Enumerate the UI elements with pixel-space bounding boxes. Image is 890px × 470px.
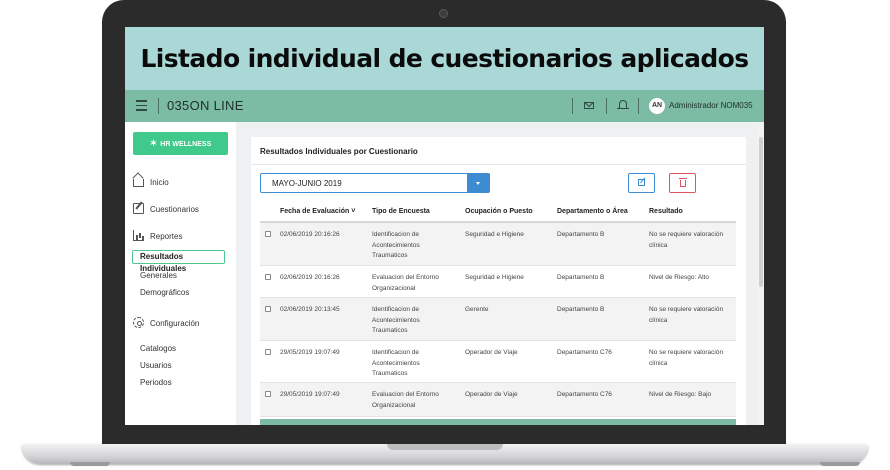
chart-icon xyxy=(133,230,144,241)
sidebar-item-label: Reportes xyxy=(150,232,183,241)
cell-tipo: Identificacion de Acontecimientos Trauma… xyxy=(372,306,420,334)
cell-fecha: 02/06/2019 20:13:45 xyxy=(280,306,340,313)
table-footer xyxy=(260,419,736,425)
period-select[interactable]: MAYO-JUNIO 2019 xyxy=(260,173,490,193)
sidebar-item-label: Cuestionarios xyxy=(150,205,199,214)
edit-icon xyxy=(133,203,144,214)
card-title: Resultados Individuales por Cuestionario xyxy=(260,147,418,156)
camera-icon xyxy=(439,9,448,18)
row-checkbox[interactable] xyxy=(265,231,271,237)
column-header-tipo[interactable]: Tipo de Encuesta xyxy=(372,208,430,215)
scrollbar-thumb[interactable] xyxy=(759,137,763,287)
cell-tipo: Evaluacion del Entorno Organizacional xyxy=(372,274,439,292)
divider xyxy=(638,98,639,114)
cell-tipo: Evaluacion del Entorno Organizacional xyxy=(372,391,439,409)
results-card: Resultados Individuales por Cuestionario… xyxy=(251,137,746,425)
cell-departamento: Departamento B xyxy=(557,274,605,281)
cell-departamento: Departamento C76 xyxy=(557,391,612,398)
divider xyxy=(251,164,746,165)
column-header-departamento[interactable]: Departamento o Área xyxy=(557,208,628,215)
table-row[interactable]: 02/06/2019 20:16:26 Evaluacion del Entor… xyxy=(260,266,736,298)
sidebar-item-resultados-individuales[interactable]: Resultados Individuales xyxy=(132,250,225,273)
cell-resultado: No se requiere valoración clínica xyxy=(649,306,724,324)
cell-fecha: 02/06/2019 20:16:26 xyxy=(280,231,340,238)
menu-icon[interactable] xyxy=(136,100,147,114)
sidebar-item-catalogos[interactable]: Catalogos xyxy=(140,344,176,353)
chevron-down-icon[interactable] xyxy=(467,174,489,192)
cell-departamento: Departamento C76 xyxy=(557,349,612,356)
sidebar-item-usuarios[interactable]: Usuarios xyxy=(140,361,172,370)
table-header: Fecha de Evaluación ˅ Tipo de Encuesta O… xyxy=(260,201,736,223)
laptop-notch xyxy=(387,444,503,450)
table-row[interactable]: 29/05/2019 19:07:49 Identificacion de Ac… xyxy=(260,341,736,383)
table-row[interactable]: 29/05/2019 19:07:49 Evaluacion del Entor… xyxy=(260,383,736,417)
cell-ocupacion: Operador de Viaje xyxy=(465,349,518,356)
user-name[interactable]: Administrador NOM035 xyxy=(669,101,753,110)
sidebar-item-demograficos[interactable]: Demográficos xyxy=(140,288,189,297)
home-icon xyxy=(133,179,144,187)
cell-tipo: Identificacion de Acontecimientos Trauma… xyxy=(372,349,420,377)
sidebar-item-label: Configuración xyxy=(150,319,200,328)
divider xyxy=(606,98,607,114)
period-select-value: MAYO-JUNIO 2019 xyxy=(272,179,342,188)
laptop-foot-left xyxy=(70,462,110,466)
table-row[interactable]: 02/06/2019 20:16:26 Identificacion de Ac… xyxy=(260,223,736,266)
mail-icon[interactable] xyxy=(584,102,594,109)
divider xyxy=(158,98,159,114)
divider xyxy=(572,98,573,114)
cell-fecha: 29/05/2019 19:07:49 xyxy=(280,349,340,356)
cell-ocupacion: Seguridad e Higiene xyxy=(465,231,524,238)
sidebar-item-label: Inicio xyxy=(150,178,169,187)
trash-icon xyxy=(679,178,687,187)
table-row[interactable]: 02/06/2019 20:13:45 Identificacion de Ac… xyxy=(260,298,736,341)
banner: Listado individual de cuestionarios apli… xyxy=(125,27,764,90)
cell-resultado: Nivel de Riesgo: Alto xyxy=(649,274,709,281)
sidebar-item-generales[interactable]: Generales xyxy=(140,271,177,280)
row-checkbox[interactable] xyxy=(265,349,271,355)
cell-departamento: Departamento B xyxy=(557,306,605,313)
sidebar: ✶ HR WELLNESS Inicio Cuestionarios Report… xyxy=(125,122,236,425)
row-checkbox[interactable] xyxy=(265,306,271,312)
delete-button[interactable] xyxy=(669,173,696,193)
cell-ocupacion: Operador de Viaje xyxy=(465,391,518,398)
cell-fecha: 02/06/2019 20:16:26 xyxy=(280,274,340,281)
bell-icon[interactable] xyxy=(617,100,629,110)
laptop-foot-right xyxy=(820,462,860,466)
cell-ocupacion: Seguridad e Higiene xyxy=(465,274,524,281)
brand-label: HR WELLNESS xyxy=(160,141,212,148)
hr-wellness-button[interactable]: ✶ HR WELLNESS xyxy=(133,132,228,155)
cell-fecha: 29/05/2019 19:07:49 xyxy=(280,391,340,398)
cell-resultado: No se requiere valoración clínica xyxy=(649,349,724,367)
sidebar-item-periodos[interactable]: Periodos xyxy=(140,378,172,387)
screen: Listado individual de cuestionarios apli… xyxy=(125,27,764,425)
row-checkbox[interactable] xyxy=(265,391,271,397)
row-checkbox[interactable] xyxy=(265,274,271,280)
cell-departamento: Departamento B xyxy=(557,231,605,238)
cell-tipo: Identificacion de Acontecimientos Trauma… xyxy=(372,231,420,259)
app-name: 035ON LINE xyxy=(167,98,244,113)
column-header-ocupacion[interactable]: Ocupación o Puesto xyxy=(465,208,533,215)
cell-ocupacion: Gerente xyxy=(465,306,489,313)
edit-icon xyxy=(638,179,645,186)
gear-icon xyxy=(133,317,144,328)
column-header-resultado[interactable]: Resultado xyxy=(649,208,683,215)
avatar[interactable]: AN xyxy=(649,98,665,114)
cell-resultado: No se requiere valoración clínica xyxy=(649,231,724,249)
edit-button[interactable] xyxy=(628,173,655,193)
cell-resultado: Nivel de Riesgo: Bajo xyxy=(649,391,712,398)
top-bar: 035ON LINE AN Administrador NOM035 xyxy=(125,90,764,122)
banner-title: Listado individual de cuestionarios apli… xyxy=(140,44,749,73)
person-icon: ✶ xyxy=(149,138,158,148)
column-header-fecha[interactable]: Fecha de Evaluación ˅ xyxy=(280,208,355,215)
